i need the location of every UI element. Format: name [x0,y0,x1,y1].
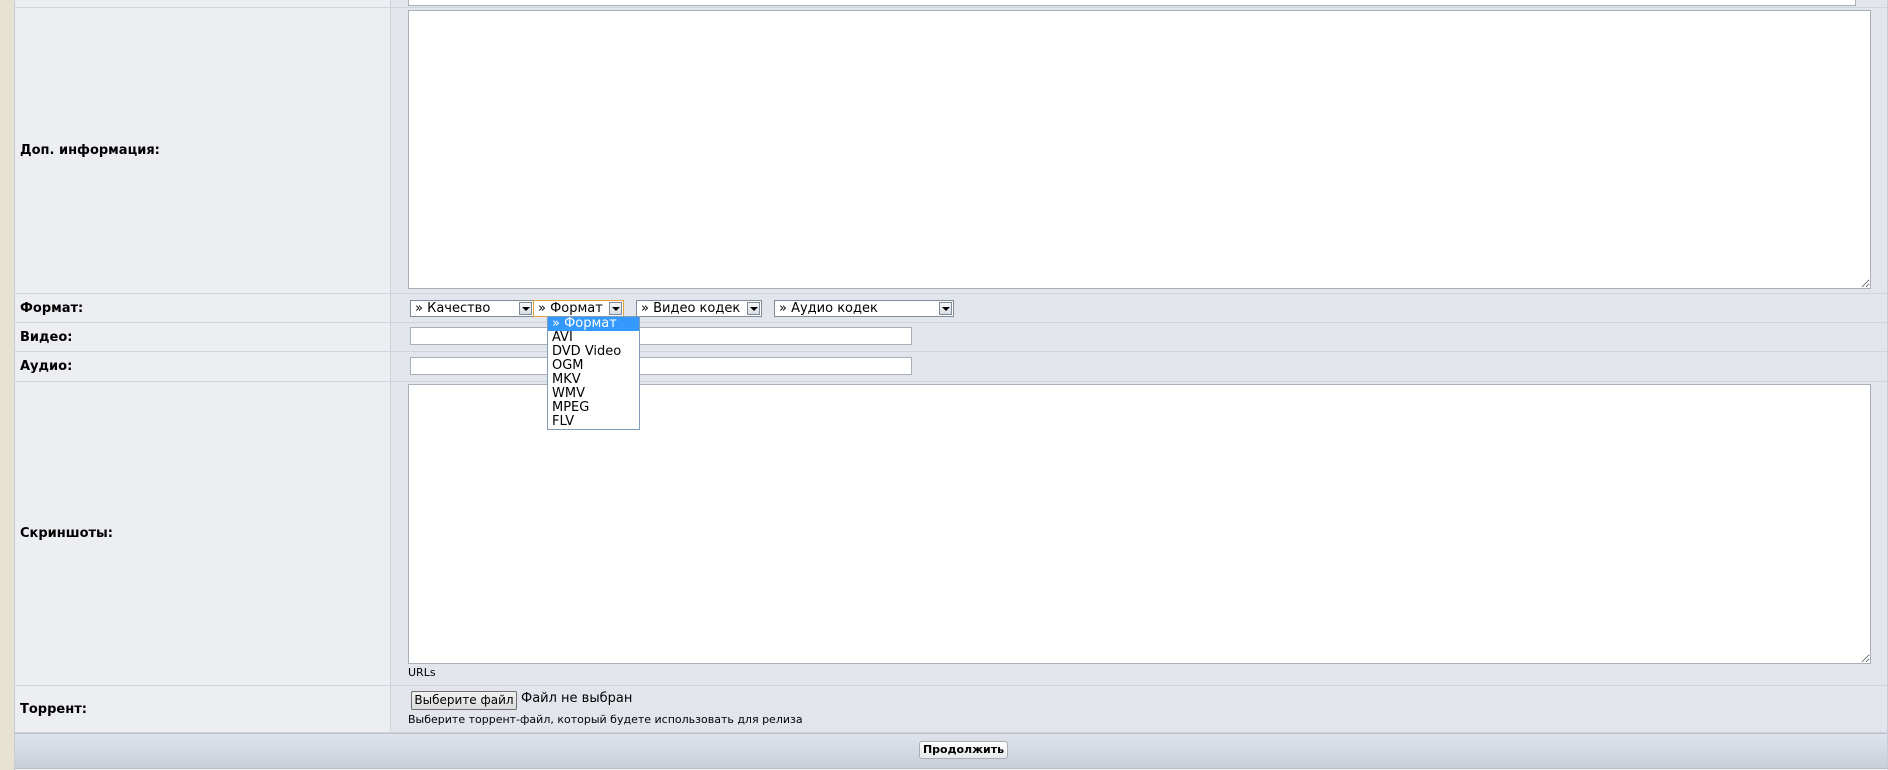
screenshots-hint: URLs [408,666,436,679]
torrent-label: Торрент: [20,701,87,717]
release-form: Доп. информация: Формат: » Качество » Фо… [14,0,1888,770]
format-select[interactable]: » Формат [533,300,624,317]
format-dropdown-list: » Формат AVI DVD Video OGM MKV WMV MPEG FLV [547,316,640,430]
previous-row [15,0,1887,8]
format-option[interactable]: WMV [548,387,639,401]
row-screenshots: Скриншоты: URLs [15,382,1887,686]
audio-input[interactable] [410,357,912,375]
video-codec-select[interactable]: » Видео кодек [636,300,762,317]
additional-info-label: Доп. информация: [20,143,160,158]
audio-label: Аудио: [20,359,73,374]
audio-codec-select[interactable]: » Аудио кодек [774,300,954,317]
chevron-down-icon[interactable] [519,302,532,315]
format-option[interactable]: MPEG [548,401,639,415]
row-torrent: Торрент: Выберите торрент-файл, который … [15,686,1887,733]
quality-select[interactable]: » Качество [410,300,534,317]
file-status: Файл не выбран [521,691,633,706]
video-label: Видео: [20,329,73,345]
video-input[interactable] [410,327,912,345]
format-option[interactable]: FLV [548,415,639,429]
format-label: Формат: [20,300,84,316]
format-option[interactable]: AVI [548,331,639,345]
format-option[interactable]: MKV [548,373,639,387]
row-video: Видео: [15,323,1887,352]
row-additional-info: Доп. информация: [15,8,1887,294]
format-option[interactable]: » Формат [548,317,639,331]
choose-file-button[interactable]: Выберите файл [411,691,517,710]
row-format: Формат: » Качество » Формат » Видео коде… [15,294,1887,323]
submit-bar: Продолжить [15,733,1887,769]
screenshots-label: Скриншоты: [20,526,113,541]
continue-button[interactable]: Продолжить [919,741,1008,759]
row-audio: Аудио: [15,352,1887,382]
format-option[interactable]: DVD Video [548,345,639,359]
chevron-down-icon[interactable] [939,302,952,315]
previous-textarea[interactable] [408,0,1856,6]
format-option[interactable]: OGM [548,359,639,373]
additional-info-textarea[interactable] [408,10,1871,289]
chevron-down-icon[interactable] [609,302,622,315]
torrent-hint: Выберите торрент-файл, который будете ис… [408,713,803,726]
chevron-down-icon[interactable] [747,302,760,315]
